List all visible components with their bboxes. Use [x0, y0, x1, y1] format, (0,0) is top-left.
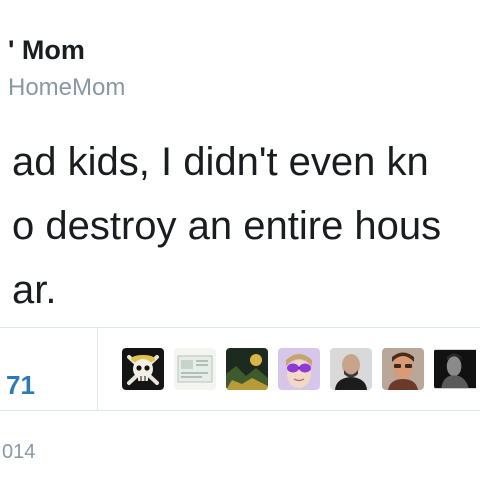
- stat-count[interactable]: 71: [6, 370, 35, 401]
- stats-divider-vertical: [97, 328, 98, 410]
- tweet-text-line: ar.: [12, 268, 57, 312]
- timestamp-divider: [0, 410, 480, 411]
- stats-divider-top: [0, 327, 480, 328]
- landscape-icon[interactable]: [226, 348, 268, 390]
- man-portrait-icon[interactable]: [382, 348, 424, 390]
- card-image-icon[interactable]: [174, 348, 216, 390]
- tweet-text: ad kids, I didn't even kn o destroy an e…: [0, 138, 480, 318]
- skull-crossbones-icon[interactable]: [122, 348, 164, 390]
- purple-sunglasses-icon[interactable]: [278, 348, 320, 390]
- display-name[interactable]: ' Mom: [8, 35, 85, 66]
- tweet-header: ' Mom HomeMom: [0, 0, 480, 110]
- tweet-timestamp[interactable]: 014: [2, 441, 35, 464]
- dark-portrait-icon[interactable]: [434, 348, 480, 390]
- bald-man-icon[interactable]: [330, 348, 372, 390]
- user-handle[interactable]: HomeMom: [8, 74, 125, 102]
- tweet-text-line: o destroy an entire hous: [12, 204, 442, 248]
- engager-avatars: [120, 348, 480, 394]
- tweet-text-line: ad kids, I didn't even kn: [12, 140, 429, 184]
